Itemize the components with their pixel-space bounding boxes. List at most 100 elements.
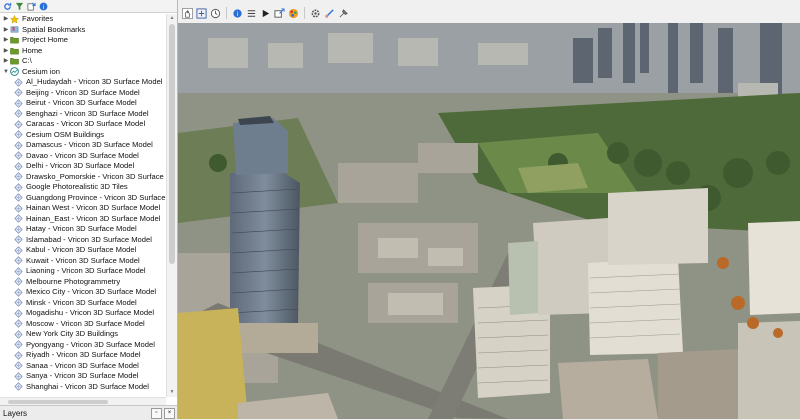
tileset-item[interactable]: Benghazi - Vricon 3D Surface Model: [0, 109, 166, 120]
browser-item-label: Guangdong Province - Vricon 3D Surface: [26, 192, 166, 202]
settings-icon[interactable]: [310, 7, 321, 19]
tileset-item[interactable]: Hatay - Vricon 3D Surface Model: [0, 224, 166, 235]
refresh-icon[interactable]: [2, 1, 12, 11]
browser-item-label: Kabul - Vricon 3D Surface Model: [26, 245, 137, 254]
help-icon[interactable]: i: [38, 1, 48, 11]
svg-text:i: i: [237, 10, 238, 17]
map-toolbar: i: [178, 3, 800, 23]
tileset-icon: [14, 340, 23, 350]
folder-icon: [10, 36, 19, 44]
browser-item-label: Benghazi - Vricon 3D Surface Model: [26, 108, 149, 118]
browser-item-label: Drawsko_Pomorskie - Vricon 3D Surface M: [26, 171, 166, 181]
play-icon[interactable]: [260, 7, 271, 19]
expand-arrow-icon[interactable]: ▶: [2, 56, 10, 67]
tileset-item[interactable]: Moscow - Vricon 3D Surface Model: [0, 319, 166, 330]
tileset-icon: [14, 182, 23, 192]
tileset-item[interactable]: Islamabad - Vricon 3D Surface Model: [0, 235, 166, 246]
tileset-item[interactable]: Drawsko_Pomorskie - Vricon 3D Surface M: [0, 172, 166, 183]
browser-item-label: Sanaa - Vricon 3D Surface Model: [26, 360, 139, 370]
tileset-icon: [14, 256, 23, 266]
tileset-icon: [14, 140, 23, 150]
color-icon[interactable]: [288, 7, 299, 19]
tileset-icon: [14, 277, 23, 287]
tileset-item[interactable]: Minsk - Vricon 3D Surface Model: [0, 298, 166, 309]
tileset-item[interactable]: Cesium OSM Buildings: [0, 130, 166, 141]
scroll-thumb[interactable]: [169, 24, 175, 264]
tileset-item[interactable]: Kuwait - Vricon 3D Surface Model: [0, 256, 166, 267]
tileset-icon: [14, 172, 23, 182]
tileset-item[interactable]: Shanghai - Vricon 3D Surface Model: [0, 382, 166, 393]
browser-root-item[interactable]: ▶ Favorites: [0, 14, 166, 25]
close-icon[interactable]: ×: [164, 407, 175, 419]
tileset-item[interactable]: Beirut - Vricon 3D Surface Model: [0, 98, 166, 109]
layers-dock-bar: Layers ▫ ×: [0, 405, 177, 420]
tileset-item[interactable]: Caracas - Vricon 3D Surface Model: [0, 119, 166, 130]
tileset-icon: [14, 224, 23, 234]
tileset-item[interactable]: New York City 3D Buildings: [0, 329, 166, 340]
browser-root-item[interactable]: ▼ Cesium ion: [0, 67, 166, 78]
browser-root-item[interactable]: ▶ C:\: [0, 56, 166, 67]
browser-item-label: New York City 3D Buildings: [26, 329, 119, 338]
tileset-item[interactable]: Google Photorealistic 3D Tiles: [0, 182, 166, 193]
browser-item-label: Home: [22, 45, 43, 55]
tileset-item[interactable]: Kabul - Vricon 3D Surface Model: [0, 245, 166, 256]
float-icon[interactable]: ▫: [151, 407, 162, 419]
scroll-up-icon[interactable]: ▲: [167, 14, 177, 23]
tileset-item[interactable]: Damascus - Vricon 3D Surface Model: [0, 140, 166, 151]
export-icon[interactable]: [274, 7, 285, 19]
measure-icon[interactable]: [324, 7, 335, 19]
pan-icon[interactable]: [182, 7, 193, 19]
toolbar-separator: [304, 7, 305, 19]
tileset-icon: [14, 329, 23, 339]
layer-list-icon[interactable]: [246, 7, 257, 19]
tileset-item[interactable]: Sanya - Vricon 3D Surface Model: [0, 371, 166, 382]
identify-icon[interactable]: i: [232, 7, 243, 19]
expand-arrow-icon[interactable]: ▶: [2, 25, 10, 36]
browser-panel: i ▶ Favorites ▶ Spatial Bookmarks ▶ Project H…: [0, 0, 178, 420]
collapse-all-icon[interactable]: [26, 1, 36, 11]
tileset-item[interactable]: Davao - Vricon 3D Surface Model: [0, 151, 166, 162]
tileset-item[interactable]: Mexico City - Vricon 3D Surface Model: [0, 287, 166, 298]
tileset-item[interactable]: Al_Hudaydah - Vricon 3D Surface Model: [0, 77, 166, 88]
filter-icon[interactable]: [14, 1, 24, 11]
browser-item-label: Moscow - Vricon 3D Surface Model: [26, 318, 145, 328]
expand-arrow-icon[interactable]: ▶: [2, 14, 10, 25]
tileset-item[interactable]: Sanaa - Vricon 3D Surface Model: [0, 361, 166, 372]
tools-icon[interactable]: [338, 7, 349, 19]
cesium-icon: [10, 67, 19, 77]
expand-arrow-icon[interactable]: ▶: [2, 46, 10, 57]
tileset-icon: [14, 287, 23, 297]
browser-root-item[interactable]: ▶ Home: [0, 46, 166, 57]
browser-root-item[interactable]: ▶ Project Home: [0, 35, 166, 46]
tileset-icon: [14, 98, 23, 108]
tileset-item[interactable]: Mogadishu - Vricon 3D Surface Model: [0, 308, 166, 319]
expand-arrow-open-icon[interactable]: ▼: [2, 67, 10, 78]
browser-root-item[interactable]: ▶ Spatial Bookmarks: [0, 25, 166, 36]
tileset-item[interactable]: Guangdong Province - Vricon 3D Surface: [0, 193, 166, 204]
tileset-item[interactable]: Pyongyang - Vricon 3D Surface Model: [0, 340, 166, 351]
tileset-item[interactable]: Liaoning - Vricon 3D Surface Model: [0, 266, 166, 277]
tileset-item[interactable]: Hainan_East - Vricon 3D Surface Model: [0, 214, 166, 225]
browser-item-label: Mogadishu - Vricon 3D Surface Model: [26, 308, 155, 317]
tileset-icon: [14, 119, 23, 129]
tileset-icon: [14, 235, 23, 245]
scroll-down-icon[interactable]: ▼: [167, 388, 177, 397]
vertical-scrollbar[interactable]: ▲ ▼: [166, 14, 177, 397]
tileset-item[interactable]: Beijing - Vricon 3D Surface Model: [0, 88, 166, 99]
tileset-item[interactable]: Delhi - Vricon 3D Surface Model: [0, 161, 166, 172]
browser-item-label: Favorites: [22, 14, 54, 23]
temporal-icon[interactable]: [210, 7, 221, 19]
tileset-item[interactable]: Hainan West - Vricon 3D Surface Model: [0, 203, 166, 214]
expand-arrow-icon[interactable]: ▶: [2, 35, 10, 46]
tileset-icon: [14, 361, 23, 371]
tileset-icon: [14, 319, 23, 329]
browser-item-label: Shanghai - Vricon 3D Surface Model: [26, 381, 149, 391]
tileset-icon: [14, 245, 23, 255]
browser-item-label: Mexico City - Vricon 3D Surface Model: [26, 287, 157, 296]
browser-item-label: Hatay - Vricon 3D Surface Model: [26, 224, 137, 233]
zoom-full-icon[interactable]: [196, 7, 207, 19]
tileset-item[interactable]: Melbourne Photogrammetry: [0, 277, 166, 288]
map-canvas-3d[interactable]: [178, 23, 800, 419]
horizontal-scroll-thumb[interactable]: [8, 400, 108, 404]
tileset-item[interactable]: Riyadh - Vricon 3D Surface Model: [0, 350, 166, 361]
